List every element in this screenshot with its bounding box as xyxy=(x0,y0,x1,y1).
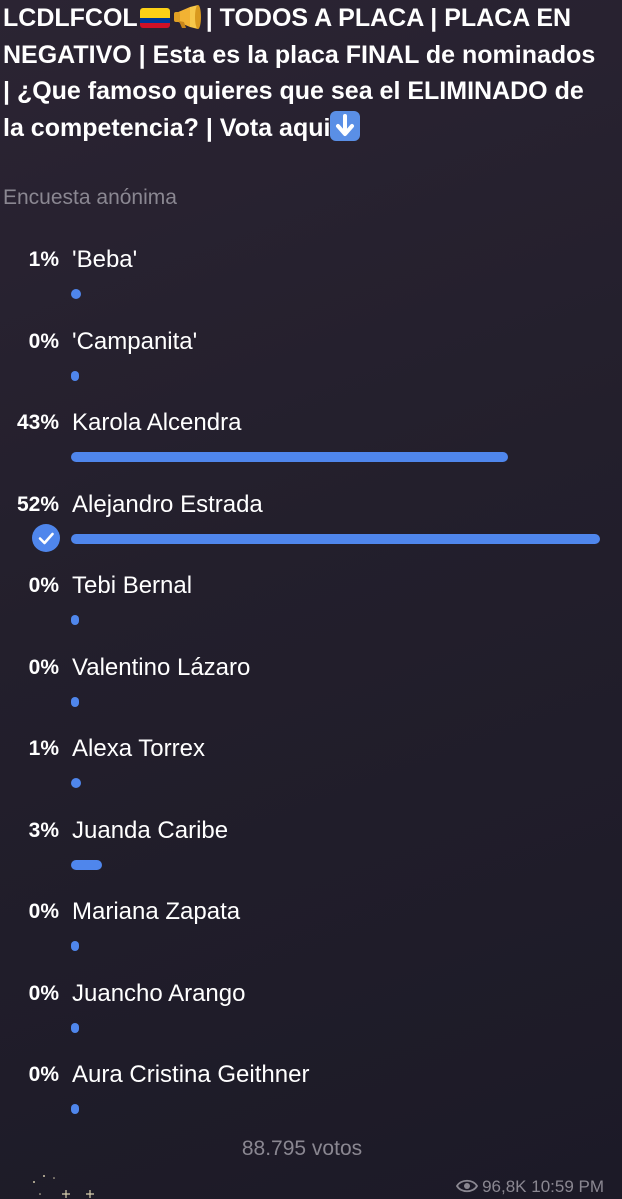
poll-option-percent: 52% xyxy=(16,492,59,516)
megaphone-icon xyxy=(173,5,201,29)
poll-option[interactable]: 52% Alejandro Estrada xyxy=(0,477,622,559)
poll-option-percent: 0% xyxy=(28,1063,59,1086)
poll-option-name: Karola Alcendra xyxy=(72,409,242,436)
poll-option[interactable]: 3% Juanda Caribe xyxy=(0,803,622,885)
message-time: 10:59 PM xyxy=(531,1177,604,1196)
poll-option[interactable]: 1% Alexa Torrex xyxy=(0,721,622,803)
poll-option-name: 'Beba' xyxy=(72,246,138,273)
colombia-flag-icon xyxy=(139,8,170,28)
sparkle-decoration-icon xyxy=(33,1175,94,1198)
poll-option-bar xyxy=(71,289,81,299)
poll-option-percent: 43% xyxy=(16,411,59,434)
view-count: 96,8K xyxy=(482,1177,527,1196)
poll-option-bar xyxy=(71,370,79,381)
poll-option-bar xyxy=(71,696,79,707)
poll-option-name: Aura Cristina Geithner xyxy=(72,1061,310,1088)
poll-option-percent: 0% xyxy=(28,655,59,679)
poll-option[interactable]: 0% 'Campanita' xyxy=(0,314,622,396)
poll-option-bar xyxy=(71,1022,79,1033)
poll-option-bar xyxy=(71,941,79,951)
poll-option-percent: 1% xyxy=(28,248,59,271)
poll-option-name: 'Campanita' xyxy=(72,327,198,355)
poll-option-bar xyxy=(71,533,600,544)
poll-option[interactable]: 1% 'Beba' xyxy=(0,232,622,314)
poll-option[interactable]: 0% Tebi Bernal xyxy=(0,558,622,640)
poll-option-percent: 1% xyxy=(28,737,59,760)
poll-question-part1: LCDLFCOL xyxy=(3,4,138,32)
poll-option[interactable]: 0% Aura Cristina Geithner xyxy=(0,1047,622,1129)
poll-option-name: Valentino Lázaro xyxy=(72,653,251,681)
poll-option[interactable]: 0% Mariana Zapata xyxy=(0,884,622,966)
selected-check-icon xyxy=(32,523,60,552)
poll-option-percent: 3% xyxy=(28,818,59,842)
poll-option-percent: 0% xyxy=(28,574,59,597)
poll-message: LCDLFCOL | TODOS A PLACA | PLACA EN NEGAT… xyxy=(0,0,622,1199)
poll-option-name: Tebi Bernal xyxy=(72,572,193,599)
poll-question: LCDLFCOL | TODOS A PLACA | PLACA EN NEGAT… xyxy=(3,0,603,146)
message-meta: 96,8K 10:59 PM xyxy=(456,1177,604,1197)
poll-option-percent: 0% xyxy=(28,329,59,353)
poll-option-bar xyxy=(71,452,508,462)
down-arrow-emoji-icon xyxy=(330,110,361,141)
poll-option-name: Juanda Caribe xyxy=(72,816,229,844)
poll-option[interactable]: 43% Karola Alcendra xyxy=(0,395,622,477)
poll-option-name: Juancho Arango xyxy=(72,979,246,1007)
poll-type-label: Encuesta anónima xyxy=(3,186,177,209)
poll-option-name: Alexa Torrex xyxy=(72,735,205,762)
eye-icon xyxy=(456,1179,479,1193)
total-votes[interactable]: 88.795 votos xyxy=(0,1137,604,1161)
poll-option-bar xyxy=(71,859,102,870)
poll-option-bar xyxy=(71,1104,79,1114)
poll-option-percent: 0% xyxy=(28,981,59,1005)
poll-option-percent: 0% xyxy=(28,900,59,923)
poll-option-name: Alejandro Estrada xyxy=(72,490,263,518)
poll-option-name: Mariana Zapata xyxy=(72,898,241,925)
poll-option[interactable]: 0% Valentino Lázaro xyxy=(0,640,622,722)
poll-option-bar xyxy=(71,778,81,788)
poll-option-bar xyxy=(71,615,79,625)
poll-option[interactable]: 0% Juancho Arango xyxy=(0,966,622,1048)
